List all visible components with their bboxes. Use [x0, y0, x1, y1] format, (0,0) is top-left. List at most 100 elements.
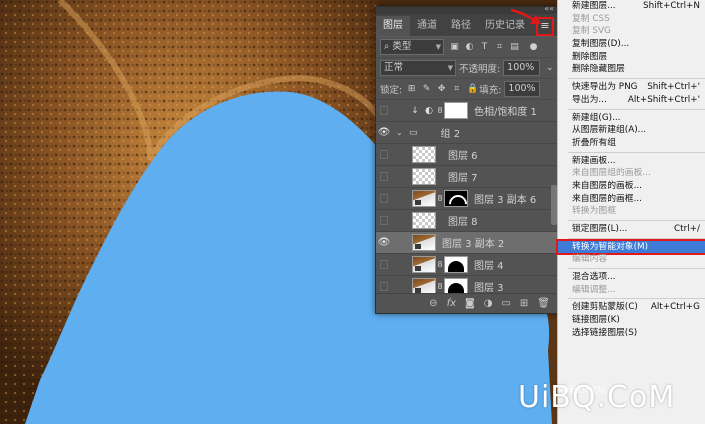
- menu-item-label: 混合选项...: [572, 272, 616, 283]
- menu-item[interactable]: 从图层新建组(A)...: [558, 124, 705, 137]
- layer-name: 组 2: [440, 129, 461, 140]
- eye-icon[interactable]: 👁: [376, 232, 392, 253]
- blend-mode-select[interactable]: 正常 ▼: [380, 60, 456, 76]
- menu-separator: [568, 237, 705, 239]
- menu-item-label: 来自图层的画板...: [572, 180, 642, 191]
- layer-row[interactable]: ↓ ◐ 8 色相/饱和度 1: [376, 100, 558, 122]
- chevron-down-icon[interactable]: ⌄: [546, 63, 555, 73]
- menu-item-label: 编辑调整...: [572, 284, 616, 295]
- layer-row[interactable]: 8 图层 4: [376, 254, 558, 276]
- layer-thumbnail[interactable]: [412, 146, 436, 163]
- layer-name: 图层 7: [448, 173, 478, 184]
- eye-icon[interactable]: 👁: [376, 122, 392, 143]
- tab-channels[interactable]: 通道: [410, 16, 444, 36]
- menu-item[interactable]: 新建画板...: [558, 155, 705, 168]
- menu-item[interactable]: 来自图层的画框...: [558, 193, 705, 206]
- hidden-eye-icon: [380, 106, 388, 115]
- layer-row[interactable]: 8 图层 3 副本 6: [376, 188, 558, 210]
- new-group-icon[interactable]: ▭: [501, 298, 510, 309]
- layer-name: 图层 8: [448, 217, 478, 228]
- lock-all-icon[interactable]: 🔒: [467, 84, 478, 94]
- menu-item[interactable]: 删除隐藏图层: [558, 63, 705, 76]
- watermark-subtext: 思缘设计论坛: [558, 385, 606, 394]
- hidden-eye-icon: [380, 194, 388, 203]
- pixel-filter-icon[interactable]: ▣: [450, 42, 459, 52]
- layer-name: 色相/饱和度 1: [474, 107, 537, 118]
- menu-item: 编辑调整...: [558, 284, 705, 297]
- menu-item[interactable]: 新建组(G)...: [558, 112, 705, 125]
- menu-item[interactable]: 链接图层(K): [558, 314, 705, 327]
- opacity-input[interactable]: 100%: [503, 60, 540, 76]
- layer-row[interactable]: 图层 7: [376, 166, 558, 188]
- fill-input[interactable]: 100%: [504, 81, 541, 97]
- visibility-toggle[interactable]: [376, 100, 392, 121]
- smart-object-filter-icon[interactable]: ▤: [510, 42, 519, 52]
- lock-pixels-icon[interactable]: ✎: [422, 84, 431, 94]
- menu-item: 来自图层组的画板...: [558, 167, 705, 180]
- menu-item[interactable]: 来自图层的画板...: [558, 180, 705, 193]
- layer-row-selected[interactable]: 👁 图层 3 副本 2: [376, 232, 558, 254]
- menu-item[interactable]: 快速导出为 PNG Shift+Ctrl+': [558, 81, 705, 94]
- menu-item[interactable]: 复制图层(D)...: [558, 38, 705, 51]
- layer-mask-thumbnail[interactable]: [444, 190, 468, 207]
- add-mask-icon[interactable]: ◙: [465, 298, 475, 309]
- menu-item[interactable]: 删除图层: [558, 51, 705, 64]
- hidden-eye-icon: [380, 260, 388, 269]
- visibility-toggle[interactable]: [376, 210, 392, 231]
- menu-item-label: 转换为智能对象(M): [572, 241, 649, 252]
- layer-row[interactable]: 图层 8: [376, 210, 558, 232]
- folder-icon: ▭: [409, 127, 418, 138]
- chevron-down-icon[interactable]: ⌄: [396, 128, 406, 137]
- link-layers-icon[interactable]: ⊖: [429, 298, 437, 309]
- menu-item-label: 复制图层(D)...: [572, 39, 630, 50]
- adjustment-icon[interactable]: ◑: [484, 298, 493, 309]
- filter-toggle-icon[interactable]: ●: [529, 42, 538, 52]
- layer-thumbnail[interactable]: [412, 168, 436, 185]
- layer-thumbnail[interactable]: [412, 234, 436, 251]
- visibility-toggle[interactable]: [376, 166, 392, 187]
- hidden-eye-icon: [380, 216, 388, 225]
- menu-separator: [568, 151, 705, 153]
- layer-thumbnail[interactable]: [412, 190, 436, 207]
- layer-row[interactable]: 图层 6: [376, 144, 558, 166]
- menu-item[interactable]: 新建图层... Shift+Ctrl+N: [558, 0, 705, 13]
- menu-item[interactable]: 锁定图层(L)... Ctrl+/: [558, 223, 705, 236]
- layer-row[interactable]: 👁 ⌄ ▭ 组 2: [376, 122, 558, 144]
- adjustment-filter-icon[interactable]: ◐: [465, 42, 474, 52]
- visibility-toggle[interactable]: [376, 144, 392, 165]
- lock-artboard-icon[interactable]: ⌗: [452, 84, 461, 94]
- lock-transparency-icon[interactable]: ⊞: [407, 84, 416, 94]
- visibility-toggle[interactable]: [376, 188, 392, 209]
- collapse-icon[interactable]: ««: [544, 4, 554, 13]
- link-icon: 8: [437, 194, 443, 203]
- visibility-toggle[interactable]: [376, 254, 392, 275]
- menu-item-shortcut: Shift+Ctrl+': [647, 82, 700, 93]
- filter-kind-select[interactable]: ⌕ 类型 ▼: [380, 39, 444, 55]
- type-filter-icon[interactable]: T: [480, 42, 489, 52]
- tab-paths[interactable]: 路径: [444, 16, 478, 36]
- link-icon: 8: [437, 282, 443, 291]
- layer-thumbnail[interactable]: [412, 212, 436, 229]
- menu-separator: [568, 268, 705, 270]
- menu-item[interactable]: 折叠所有组: [558, 137, 705, 150]
- trash-icon[interactable]: 🗑: [537, 298, 550, 309]
- menu-item[interactable]: 选择链接图层(S): [558, 327, 705, 340]
- shape-filter-icon[interactable]: ⌗: [495, 42, 504, 52]
- menu-separator: [568, 108, 705, 110]
- menu-item-label: 新建图层...: [572, 1, 616, 11]
- menu-item-convert-smart-object[interactable]: 转换为智能对象(M): [556, 238, 705, 256]
- lock-position-icon[interactable]: ✥: [437, 84, 446, 94]
- fill-label: 填充:: [479, 85, 502, 96]
- layer-mask-thumbnail[interactable]: [444, 102, 468, 119]
- menu-item[interactable]: 导出为... Alt+Shift+Ctrl+': [558, 94, 705, 107]
- tab-layers[interactable]: 图层: [376, 16, 410, 36]
- fx-icon[interactable]: fx: [447, 298, 456, 309]
- opacity-value: 100%: [507, 62, 535, 73]
- layer-mask-thumbnail[interactable]: [444, 256, 468, 273]
- layer-thumbnail[interactable]: [412, 256, 436, 273]
- menu-item[interactable]: 创建剪贴蒙版(C) Alt+Ctrl+G: [558, 301, 705, 314]
- layers-panel: «« 图层 通道 路径 历史记录 ≡ ⌕ 类型 ▼ ▣ ◐ T ⌗ ▤ ● 正常 ▼…: [375, 4, 559, 314]
- menu-item[interactable]: 混合选项...: [558, 271, 705, 284]
- new-layer-icon[interactable]: ⊞: [520, 298, 528, 309]
- annotation-arrow: [510, 8, 541, 24]
